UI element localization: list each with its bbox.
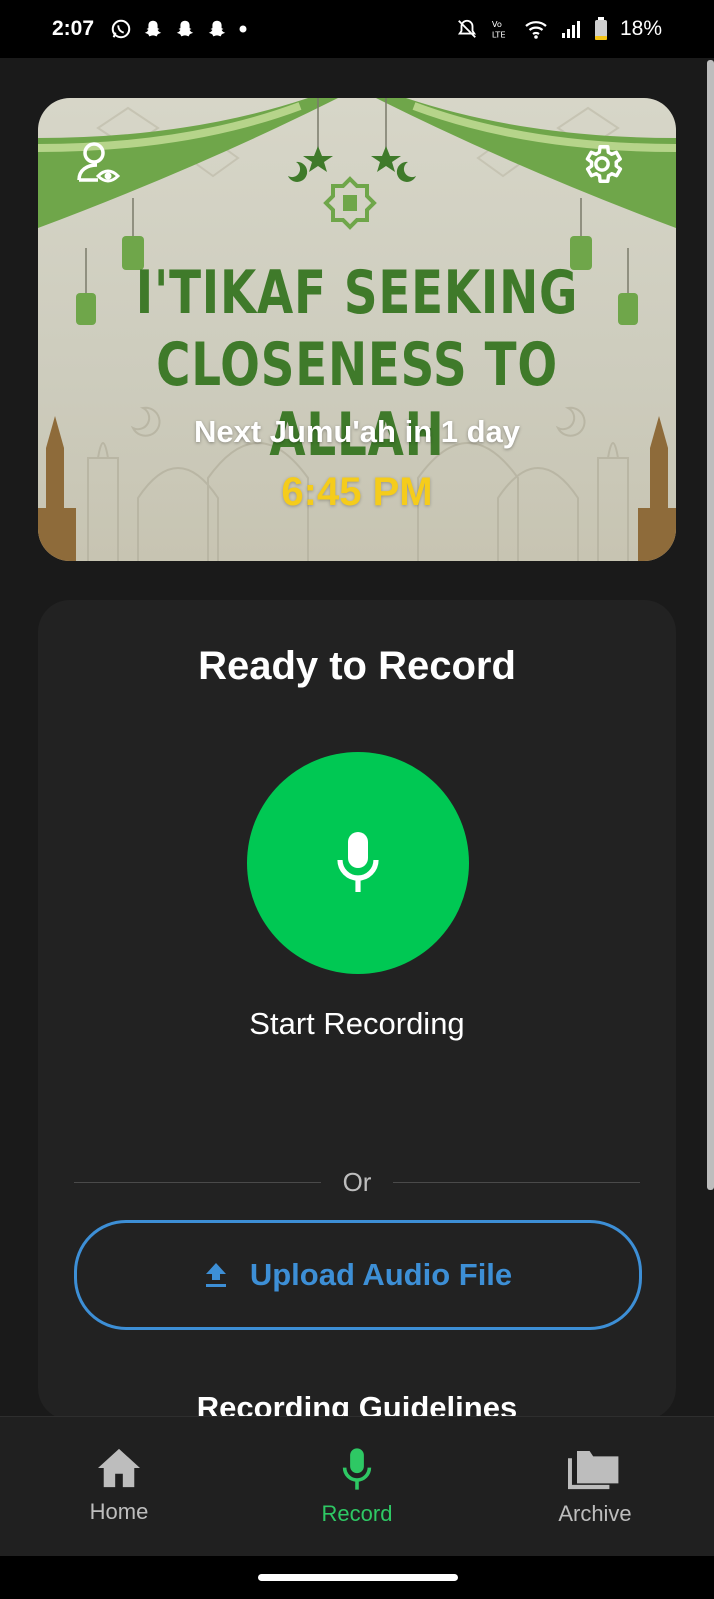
signal-icon xyxy=(560,18,582,40)
divider-line xyxy=(74,1181,321,1183)
upload-audio-button[interactable]: Upload Audio File xyxy=(74,1220,642,1330)
upload-audio-label: Upload Audio File xyxy=(249,1257,513,1292)
scrollbar[interactable] xyxy=(707,60,714,1190)
svg-text:LTE: LTE xyxy=(492,29,506,39)
battery-icon xyxy=(594,17,608,41)
divider-or-text: Or xyxy=(342,1166,372,1197)
mute-icon xyxy=(456,18,478,40)
microphone-icon xyxy=(337,832,379,892)
nav-home-label: Home xyxy=(89,1499,149,1524)
notification-icons xyxy=(110,18,248,40)
status-time: 2:07 xyxy=(52,17,95,40)
wifi-icon xyxy=(524,18,548,40)
start-recording-button[interactable] xyxy=(247,752,469,974)
home-icon xyxy=(98,1448,140,1488)
nav-home[interactable]: Home xyxy=(0,1417,238,1557)
record-heading: Ready to Record xyxy=(198,644,516,688)
svg-text:Vo: Vo xyxy=(492,19,502,29)
snapchat-icon xyxy=(174,18,196,40)
jumuah-banner[interactable]: I'TIKAF SEEKING CLOSENESS TO ALLAH Next … xyxy=(38,98,676,561)
gesture-bar xyxy=(0,1556,714,1599)
banner-title-line1: I'TIKAF SEEKING xyxy=(135,258,579,328)
home-gesture-pill[interactable] xyxy=(258,1574,458,1581)
start-recording-label[interactable]: Start Recording xyxy=(38,1006,676,1042)
nav-archive[interactable]: Archive xyxy=(476,1417,714,1557)
or-divider: Or xyxy=(74,1162,641,1202)
snapchat-icon xyxy=(142,18,164,40)
settings-gear-icon[interactable] xyxy=(574,136,630,192)
volte-icon: Vo LTE xyxy=(490,18,512,40)
jumuah-time: 6:45 PM xyxy=(281,470,433,514)
record-card: Ready to Record Start Recording Or Uploa… xyxy=(38,600,676,1425)
profile-view-icon[interactable] xyxy=(74,136,130,192)
nav-archive-label: Archive xyxy=(558,1501,632,1526)
microphone-icon xyxy=(342,1448,372,1490)
whatsapp-icon xyxy=(110,18,132,40)
next-jumuah-text: Next Jumu'ah in 1 day xyxy=(193,414,521,449)
battery-percent: 18% xyxy=(619,17,662,40)
bottom-nav: Home Record Archive xyxy=(0,1416,714,1557)
divider-line xyxy=(393,1181,641,1183)
upload-icon xyxy=(205,1263,226,1287)
snapchat-icon xyxy=(206,18,228,40)
status-bar: 2:07 Vo LTE 18% xyxy=(0,0,714,58)
nav-record[interactable]: Record xyxy=(238,1417,476,1557)
folder-stack-icon xyxy=(568,1451,619,1490)
nav-record-label: Record xyxy=(321,1501,393,1526)
dot-icon xyxy=(238,18,248,40)
